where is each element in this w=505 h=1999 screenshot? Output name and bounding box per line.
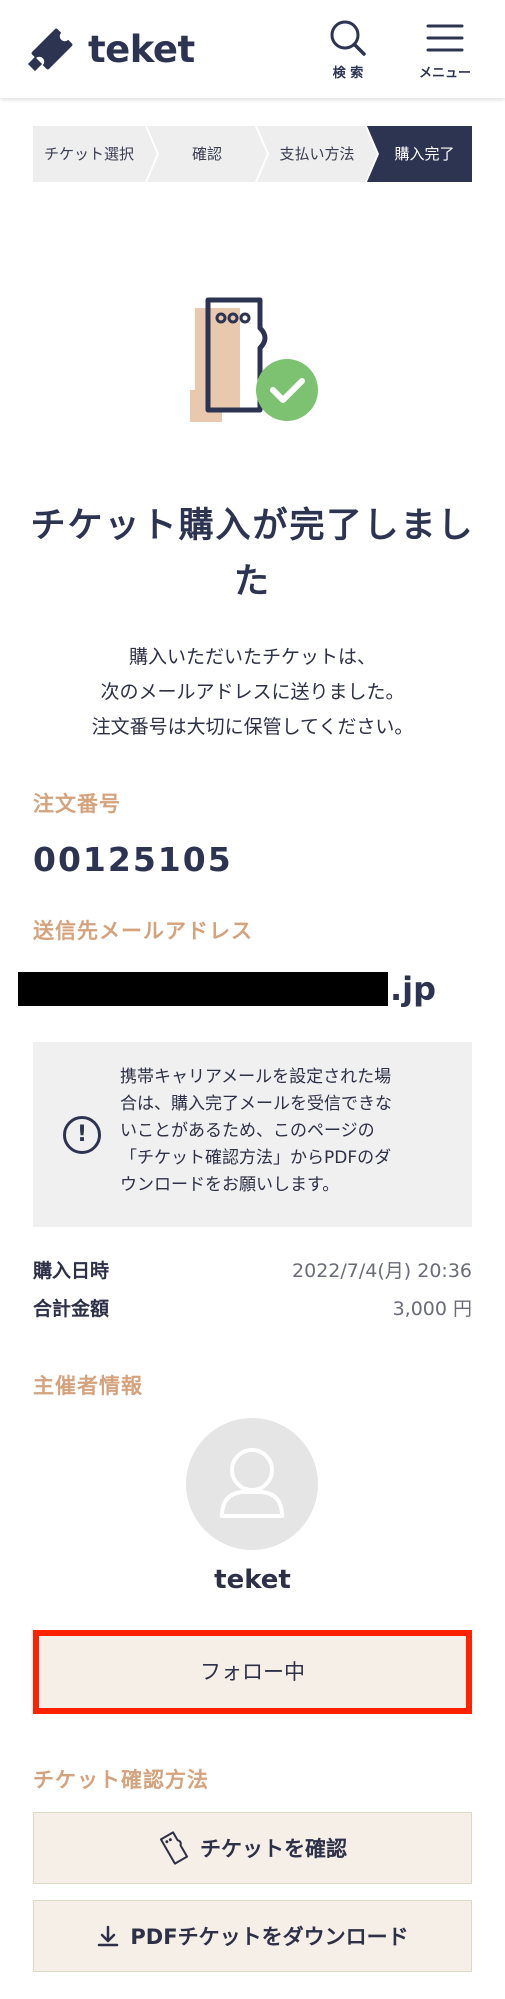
- user-placeholder-icon: [220, 1448, 284, 1518]
- exclamation-icon: !: [63, 1116, 101, 1154]
- step-confirm: 確認: [191, 145, 222, 163]
- organizer-name[interactable]: teket: [100, 1565, 405, 1595]
- notice-text: 携帯キャリアメールを設定された場 合は、購入完了メールを受信できな いことがある…: [120, 1064, 460, 1199]
- completion-description: 購入いただいたチケットは、 次のメールアドレスに送りました。 注文番号は大切に保…: [30, 640, 475, 745]
- step-payment-method: 支払い方法: [279, 145, 355, 163]
- download-pdf-button[interactable]: PDFチケットをダウンロード: [33, 1900, 472, 1972]
- download-icon: [98, 1925, 119, 1947]
- purchase-date-row: 購入日時 2022/7/4(月) 20:36: [33, 1256, 472, 1288]
- site-header: teket 検 索 メニュー: [0, 0, 505, 98]
- search-label: 検 索: [332, 66, 364, 81]
- organizer-avatar[interactable]: [186, 1418, 318, 1550]
- notice-line: 合は、購入完了メールを受信できな: [120, 1094, 392, 1114]
- purchase-date-value: 2022/7/4(月) 20:36: [292, 1260, 472, 1282]
- notice-line: 携帯キャリアメールを設定された場: [120, 1067, 392, 1087]
- order-number: 00125105: [33, 840, 233, 879]
- ticket-icon: [159, 1831, 189, 1865]
- total-amount-value: 3,000 円: [392, 1298, 472, 1320]
- step-ticket-select: チケット選択: [43, 145, 134, 163]
- step-purchase-complete: 購入完了: [394, 145, 455, 163]
- menu-label: メニュー: [418, 66, 471, 81]
- total-amount-label: 合計金額: [33, 1298, 110, 1320]
- email-label: 送信先メールアドレス: [33, 919, 253, 943]
- total-amount-row: 合計金額 3,000 円: [33, 1294, 472, 1326]
- teket-logo-icon: [27, 28, 73, 72]
- order-number-label: 注文番号: [33, 792, 121, 816]
- email-address: .jp: [18, 968, 436, 1010]
- notice-line: 「チケット確認方法」からPDFのダ: [120, 1148, 392, 1168]
- organizer-section-label: 主催者情報: [33, 1374, 143, 1398]
- carrier-mail-notice: ! 携帯キャリアメールを設定された場 合は、購入完了メールを受信できな いことが…: [33, 1042, 472, 1227]
- view-ticket-label: チケットを確認: [200, 1837, 347, 1861]
- ticket-complete-illustration: [180, 290, 330, 440]
- email-suffix: .jp: [390, 970, 437, 1008]
- teket-logo[interactable]: teket: [26, 22, 195, 76]
- search-icon: [330, 20, 366, 56]
- hamburger-menu-icon: [426, 24, 464, 52]
- download-pdf-label: PDFチケットをダウンロード: [130, 1925, 409, 1949]
- logo-text: teket: [88, 27, 195, 71]
- ticket-check-icon: [190, 297, 318, 422]
- redacted-email: [18, 972, 388, 1006]
- notice-line: ウンロードをお願いします。: [120, 1175, 340, 1195]
- search-button[interactable]: 検 索: [313, 18, 383, 88]
- view-ticket-button[interactable]: チケットを確認: [33, 1812, 472, 1884]
- description-line: 次のメールアドレスに送りました。: [100, 681, 405, 703]
- description-line: 購入いただいたチケットは、: [128, 646, 376, 668]
- menu-button[interactable]: メニュー: [410, 18, 480, 88]
- page-title: チケット購入が完了しました: [30, 506, 475, 602]
- purchase-date-label: 購入日時: [33, 1260, 110, 1282]
- description-line: 注文番号は大切に保管してください。: [91, 716, 414, 738]
- ticket-methods-label: チケット確認方法: [33, 1768, 209, 1792]
- follow-button[interactable]: フォロー中: [33, 1630, 472, 1714]
- purchase-steps: チケット選択 確認 支払い方法 購入完了: [33, 126, 472, 182]
- notice-line: いことがあるため、このページの: [120, 1121, 375, 1141]
